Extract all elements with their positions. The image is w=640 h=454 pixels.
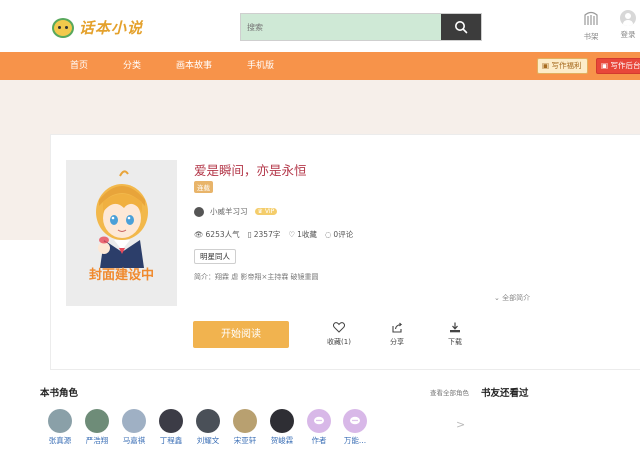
bookshelf-button[interactable]: 书架: [576, 10, 606, 42]
bookshelf-label: 书架: [583, 32, 599, 41]
search-bar: [240, 13, 482, 41]
share-label: 分享: [390, 338, 404, 346]
logo-mascot-icon: [52, 17, 74, 38]
character-item[interactable]: 丁程鑫: [156, 409, 186, 446]
chevron-down-icon: ⌄: [494, 294, 500, 302]
download-icon: [450, 322, 460, 333]
start-reading-button[interactable]: 开始阅读: [193, 321, 289, 348]
character-avatar: [307, 409, 331, 433]
write-welfare-icon: ▣: [542, 61, 550, 70]
cover-illustration: [96, 170, 148, 268]
character-item[interactable]: 万能...: [340, 409, 370, 446]
chat-bubble-icon: [350, 416, 360, 425]
character-item[interactable]: 贺峻霖: [267, 409, 297, 446]
comment-value: 0评论: [333, 230, 354, 239]
character-avatar: [122, 409, 146, 433]
document-icon: ▯: [247, 230, 252, 239]
write-welfare-label: 写作福利: [551, 61, 582, 70]
book-title: 爱是瞬间，亦是永恒: [194, 163, 307, 178]
status-badge: 连载: [194, 181, 213, 193]
cover-placeholder-text: 封面建设中: [88, 268, 154, 283]
write-backstage-icon: ▣: [601, 61, 609, 70]
nav-item-mobile[interactable]: 手机版: [247, 52, 274, 80]
nav-item-home[interactable]: 首页: [70, 52, 88, 80]
character-name: 刘耀文: [196, 436, 220, 445]
character-name: 万能...: [343, 436, 367, 445]
friends-also-read-title: 书友还看过: [481, 388, 529, 399]
character-name: 作者: [311, 436, 327, 445]
comment-stat: ◌ 0评论: [325, 229, 353, 240]
chat-bubble-icon: [314, 416, 324, 425]
chevron-right-icon[interactable]: >: [456, 418, 465, 431]
character-item[interactable]: 宋亚轩: [230, 409, 260, 446]
book-stats: 👁 6253人气 ▯ 2357字 ♡ 1收藏 ◌ 0评论: [194, 229, 353, 240]
character-name: 马嘉祺: [122, 436, 146, 445]
search-icon: [455, 21, 468, 34]
share-icon: [392, 322, 403, 333]
nav-item-category[interactable]: 分类: [123, 52, 141, 80]
write-backstage-button[interactable]: ▣ 写作后台: [596, 58, 640, 74]
eye-icon: 👁: [194, 230, 204, 239]
site-logo[interactable]: 话本小说: [52, 17, 143, 38]
character-name: 贺峻霖: [270, 436, 294, 445]
bookshelf-icon: [584, 11, 598, 25]
character-avatar: [196, 409, 220, 433]
login-button[interactable]: 登录: [613, 10, 640, 40]
collect-button[interactable]: 收藏(1): [319, 322, 359, 347]
book-intro: 简介：翔霖 虐 影帝翔×主持霖 破镜重圆: [194, 273, 319, 281]
login-label: 登录: [620, 30, 636, 39]
expand-intro-button[interactable]: ⌄ 全部简介: [494, 293, 530, 303]
write-backstage-label: 写作后台: [610, 61, 640, 70]
expand-intro-label: 全部简介: [502, 294, 531, 302]
collection-stat: ♡ 1收藏: [288, 229, 317, 240]
book-cover[interactable]: 封面建设中: [66, 160, 177, 306]
book-info-card: 封面建设中 爱是瞬间，亦是永恒 连载 小威羊习习 ♛ VIP 👁 6253人气 …: [50, 134, 640, 370]
popularity-stat: 👁 6253人气: [194, 229, 240, 240]
character-avatar: [159, 409, 183, 433]
write-welfare-button[interactable]: ▣ 写作福利: [537, 58, 588, 74]
comment-icon: ◌: [324, 230, 332, 239]
character-avatar: [233, 409, 257, 433]
collection-value: 1收藏: [297, 230, 317, 239]
character-name: 丁程鑫: [159, 436, 183, 445]
character-item[interactable]: 马嘉祺: [119, 409, 149, 446]
character-item[interactable]: 张真源: [45, 409, 75, 446]
character-avatar: [85, 409, 109, 433]
genre-tag[interactable]: 明星同人: [194, 249, 236, 264]
heart-icon: [333, 322, 345, 333]
character-name: 严浩翔: [85, 436, 109, 445]
character-name: 张真源: [48, 436, 72, 445]
user-avatar-icon: [620, 10, 636, 26]
character-item[interactable]: 作者: [304, 409, 334, 446]
character-avatar: [48, 409, 72, 433]
popularity-value: 6253人气: [205, 230, 240, 239]
vip-badge: ♛ VIP: [254, 208, 278, 215]
author-name[interactable]: 小威羊习习: [210, 206, 248, 217]
share-button[interactable]: 分享: [377, 322, 417, 347]
download-button[interactable]: 下载: [435, 322, 475, 347]
heart-icon: ♡: [288, 230, 296, 239]
view-all-characters-link[interactable]: 查看全部角色: [430, 387, 469, 397]
download-label: 下载: [448, 338, 462, 346]
search-input[interactable]: [241, 14, 441, 40]
characters-section-title: 本书角色: [40, 388, 79, 399]
search-button[interactable]: [441, 14, 481, 40]
word-count-value: 2357字: [253, 230, 281, 239]
author-avatar[interactable]: [194, 206, 204, 217]
author-row: 小威羊习习 ♛ VIP: [194, 206, 278, 217]
collect-label: 收藏(1): [327, 338, 351, 346]
logo-text: 话本小说: [79, 19, 144, 37]
main-nav: 首页 分类 画本故事 手机版 ▣ 写作福利 ▣ 写作后台: [0, 52, 640, 80]
character-item[interactable]: 刘耀文: [193, 409, 223, 446]
character-avatar: [270, 409, 294, 433]
character-name: 宋亚轩: [233, 436, 257, 445]
crown-icon: ♛: [257, 208, 263, 215]
vip-badge-label: VIP: [264, 208, 275, 215]
character-item[interactable]: 严浩翔: [82, 409, 112, 446]
nav-item-picture-story[interactable]: 画本故事: [176, 52, 212, 80]
word-count-stat: ▯ 2357字: [248, 229, 281, 240]
character-avatar: [343, 409, 367, 433]
site-header: 话本小说 书架 登录: [0, 0, 640, 52]
